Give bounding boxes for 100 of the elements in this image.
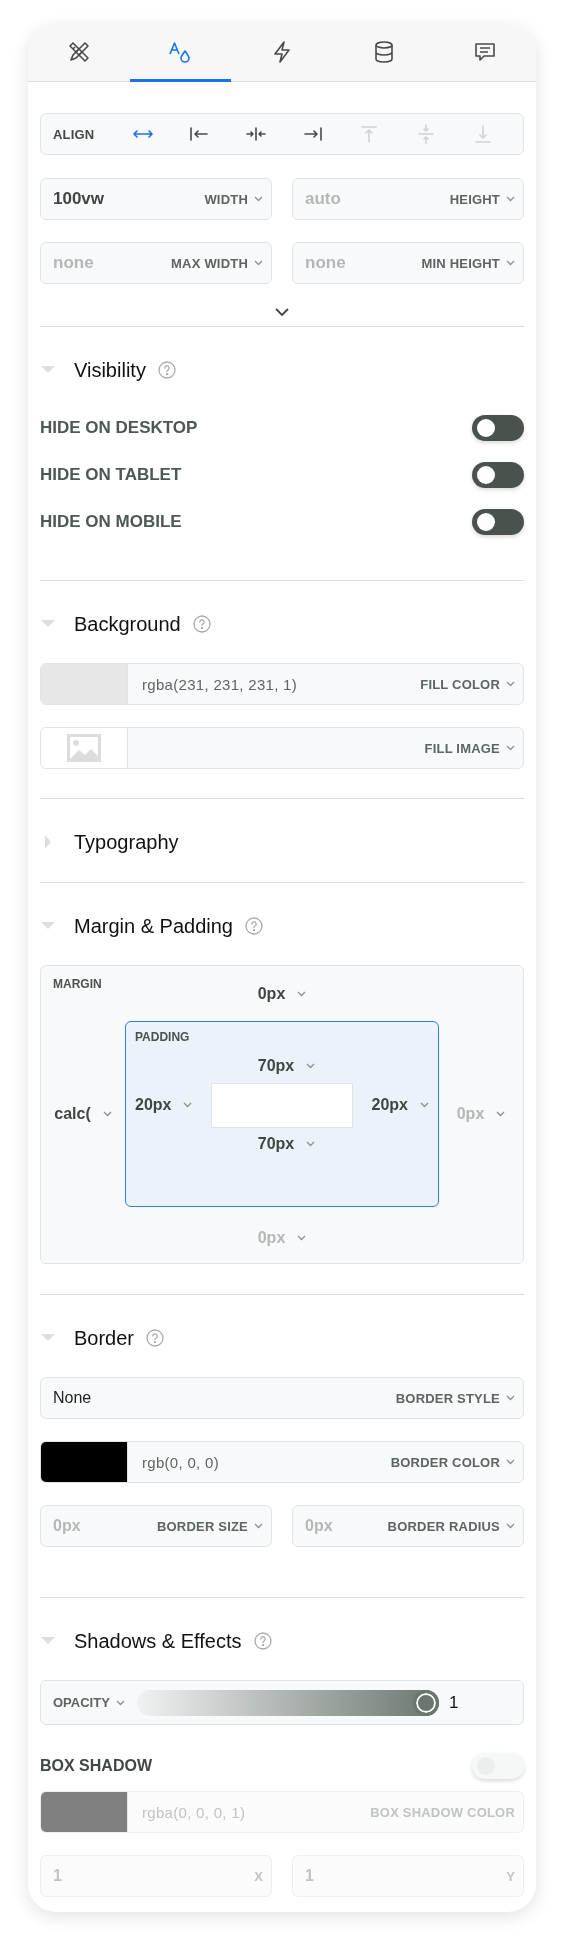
size-field[interactable]: none MIN HEIGHT	[292, 242, 524, 284]
slider-thumb[interactable]	[413, 1689, 439, 1716]
help-icon[interactable]	[192, 615, 211, 633]
help-icon[interactable]	[245, 917, 263, 935]
field-placeholder: auto	[305, 189, 342, 209]
section-title: Margin & Padding	[74, 914, 233, 938]
size-field[interactable]: 100vw WIDTH	[40, 178, 272, 220]
toggle-switch[interactable]	[472, 414, 524, 441]
field-value: None	[53, 1389, 93, 1407]
field-label: WIDTH	[204, 191, 248, 207]
field-label: X	[254, 1868, 263, 1884]
toggle-label: HIDE ON DESKTOP	[40, 417, 198, 438]
border-style-select[interactable]: None BORDER STYLE	[40, 1377, 524, 1419]
chevron-down-icon	[183, 1102, 193, 1108]
margin-left-value[interactable]: calc(	[54, 1105, 112, 1123]
help-icon[interactable]	[253, 1632, 272, 1650]
chevron-down-icon	[297, 991, 307, 997]
field-label: BORDER COLOR	[390, 1454, 500, 1470]
field-placeholder: none	[53, 253, 95, 273]
opacity-dropdown[interactable]: OPACITY	[53, 1695, 125, 1710]
section-header[interactable]: Shadows & Effects	[40, 1619, 524, 1663]
chevron-down-icon	[254, 196, 263, 202]
pencil-ruler-icon	[66, 40, 91, 64]
field-placeholder: 0px	[53, 1517, 82, 1535]
chevron-down-icon	[306, 1141, 316, 1147]
field-label: BORDER RADIUS	[387, 1518, 500, 1534]
field-value: 100vw	[53, 189, 106, 209]
chevron-down-icon	[506, 1395, 515, 1401]
section-header[interactable]: Background	[40, 602, 524, 646]
toggle-switch[interactable]	[472, 508, 524, 535]
help-icon[interactable]	[146, 1329, 165, 1347]
margin-label: MARGIN	[53, 977, 102, 991]
align-label: ALIGN	[53, 126, 95, 142]
align-arrow-icon	[245, 124, 268, 144]
fill-color-field[interactable]: rgba(231, 231, 231, 1) FILL COLOR	[40, 663, 524, 705]
chevron-down-icon	[506, 1523, 515, 1529]
toggle-switch[interactable]	[472, 461, 524, 488]
field-placeholder: none	[305, 253, 347, 273]
border-color-field[interactable]: rgb(0, 0, 0) BORDER COLOR	[40, 1441, 524, 1483]
section-title: Shadows & Effects	[74, 1629, 242, 1653]
field-value: 1	[305, 1867, 315, 1885]
field-label: BORDER STYLE	[395, 1390, 500, 1406]
border-field[interactable]: 0px BORDER SIZE	[40, 1505, 272, 1547]
help-icon[interactable]	[157, 361, 176, 379]
field-label: BOX SHADOW COLOR	[370, 1804, 515, 1820]
field-placeholder: 0px	[305, 1517, 334, 1535]
color-value: rgba(231, 231, 231, 1)	[141, 675, 299, 693]
chevron-down-icon	[506, 681, 515, 687]
padding-left-value[interactable]: 20px	[135, 1096, 193, 1114]
margin-top-value[interactable]: 0px	[257, 985, 307, 1003]
field-label: Y	[506, 1868, 515, 1884]
section-header[interactable]: Margin & Padding	[40, 904, 524, 948]
align-arrow-icon	[301, 124, 324, 144]
padding-top-value[interactable]: 70px	[257, 1057, 316, 1075]
chat-icon	[473, 40, 498, 64]
field-value: 1	[53, 1867, 63, 1885]
section-title: Border	[74, 1326, 135, 1350]
opacity-slider-track[interactable]	[136, 1689, 439, 1716]
chevron-down-icon	[102, 1111, 112, 1117]
section-title: Typography	[74, 830, 179, 854]
padding-label: PADDING	[135, 1030, 191, 1044]
chevron-down-icon	[297, 1235, 307, 1241]
section-title: Visibility	[74, 358, 146, 382]
section-title: Background	[74, 612, 181, 636]
fill-image-field[interactable]: FILL IMAGE	[40, 727, 524, 769]
field-label: FILL IMAGE	[424, 740, 500, 756]
toggle-label: HIDE ON MOBILE	[40, 511, 182, 532]
chevron-down-icon	[420, 1102, 429, 1108]
chevron-down-icon	[506, 1459, 515, 1465]
field-label: FILL COLOR	[420, 676, 500, 692]
field-label: MIN HEIGHT	[421, 255, 500, 271]
chevron-down-icon	[506, 196, 515, 202]
chevron-down-icon	[506, 260, 515, 266]
chevron-down-icon	[254, 1523, 263, 1529]
padding-bottom-value[interactable]: 70px	[257, 1135, 316, 1153]
border-field[interactable]: 0px BORDER RADIUS	[292, 1505, 524, 1547]
padding-right-value[interactable]: 20px	[371, 1096, 429, 1114]
box-shadow-label: BOX SHADOW	[40, 1757, 152, 1775]
letter-drop-icon	[168, 40, 193, 64]
chevron-down-icon	[306, 1063, 316, 1069]
section-header[interactable]: Border	[40, 1316, 524, 1360]
color-swatch[interactable]	[41, 1442, 128, 1482]
field-label: BORDER SIZE	[156, 1518, 248, 1534]
opacity-value: 1	[448, 1692, 460, 1713]
field-label: HEIGHT	[449, 191, 500, 207]
chevron-down-icon	[506, 745, 515, 751]
color-swatch[interactable]	[41, 664, 128, 704]
size-field[interactable]: none MAX WIDTH	[40, 242, 272, 284]
color-value: rgba(0, 0, 0, 1)	[141, 1803, 247, 1821]
image-icon	[67, 734, 101, 762]
size-field[interactable]: auto HEIGHT	[292, 178, 524, 220]
chevron-down-icon	[115, 1699, 125, 1706]
chevron-down-icon	[496, 1111, 506, 1117]
color-value: rgb(0, 0, 0)	[141, 1453, 220, 1471]
section-header[interactable]: Visibility	[40, 348, 524, 392]
chevron-down-icon	[275, 307, 289, 317]
toggle-label: HIDE ON TABLET	[40, 464, 182, 485]
section-header[interactable]: Typography	[40, 820, 524, 864]
chevron-down-icon	[254, 260, 263, 266]
field-label: MAX WIDTH	[171, 255, 248, 271]
